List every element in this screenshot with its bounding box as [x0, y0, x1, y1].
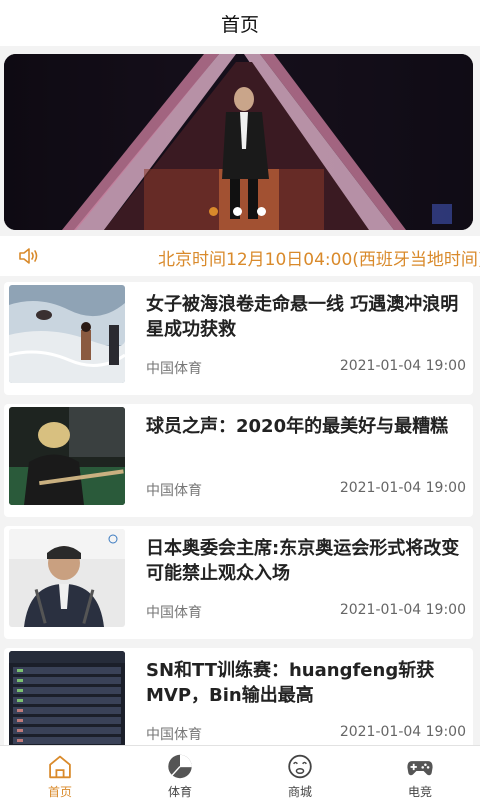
face-icon	[288, 754, 312, 779]
tab-label: 商城	[287, 785, 312, 799]
news-time: 2021-01-04 19:00	[339, 602, 466, 618]
news-card[interactable]: 女子被海浪卷走命悬一线 巧遇澳冲浪明星成功获救 中国体育 2021-01-04 …	[4, 282, 473, 395]
speaker-icon	[19, 248, 38, 264]
tab-sports[interactable]: 体育	[120, 746, 240, 800]
tab-label: 电竞	[407, 785, 432, 799]
news-card[interactable]: 球员之声：2020年的最美好与最糟糕 中国体育 2021-01-04 19:00	[4, 404, 473, 517]
tab-home[interactable]: 首页	[0, 746, 120, 800]
page-title: 首页	[220, 13, 259, 36]
news-thumbnail	[9, 529, 125, 627]
carousel-indicator	[209, 207, 266, 216]
news-thumbnail	[9, 651, 125, 749]
notice-bar[interactable]: 北京时间12月10日04:00(西班牙当地时间)	[0, 236, 480, 276]
news-title: 球员之声：2020年的最美好与最糟糕	[146, 416, 449, 437]
tab-label: 首页	[47, 785, 72, 799]
news-source: 中国体育	[146, 727, 202, 743]
news-thumbnail	[9, 285, 125, 383]
banner-carousel[interactable]	[4, 54, 473, 230]
carousel-dot[interactable]	[233, 207, 242, 216]
news-source: 中国体育	[146, 605, 202, 621]
tab-label: 体育	[167, 785, 192, 799]
news-title: 日本奥委会主席:东京奥运会形式将改变 可能禁止观众入场	[146, 538, 460, 584]
news-thumbnail	[9, 407, 125, 505]
news-time: 2021-01-04 19:00	[339, 358, 466, 374]
tab-esports[interactable]: 电竞	[360, 746, 480, 800]
news-source: 中国体育	[146, 361, 202, 377]
bottom-tab-bar: 首页 体育 商城 电竞	[0, 745, 480, 800]
home-icon	[49, 755, 71, 779]
news-source: 中国体育	[146, 483, 202, 499]
news-time: 2021-01-04 19:00	[339, 480, 466, 496]
news-title: 女子被海浪卷走命悬一线 巧遇澳冲浪明星成功获救	[146, 294, 459, 340]
banner-image	[4, 54, 473, 230]
news-title: SN和TT训练赛：huangfeng斩获MVP，Bin输出最高	[146, 660, 435, 706]
carousel-dot[interactable]	[257, 207, 266, 216]
carousel-dot[interactable]	[209, 207, 218, 216]
app-header: 首页	[0, 0, 480, 46]
news-time: 2021-01-04 19:00	[339, 724, 466, 740]
news-card[interactable]: 日本奥委会主席:东京奥运会形式将改变 可能禁止观众入场 中国体育 2021-01…	[4, 526, 473, 639]
tab-shop[interactable]: 商城	[240, 746, 360, 800]
notice-text: 北京时间12月10日04:00(西班牙当地时间)	[158, 250, 480, 270]
pie-chart-icon	[168, 754, 192, 779]
gamepad-icon	[407, 761, 433, 776]
